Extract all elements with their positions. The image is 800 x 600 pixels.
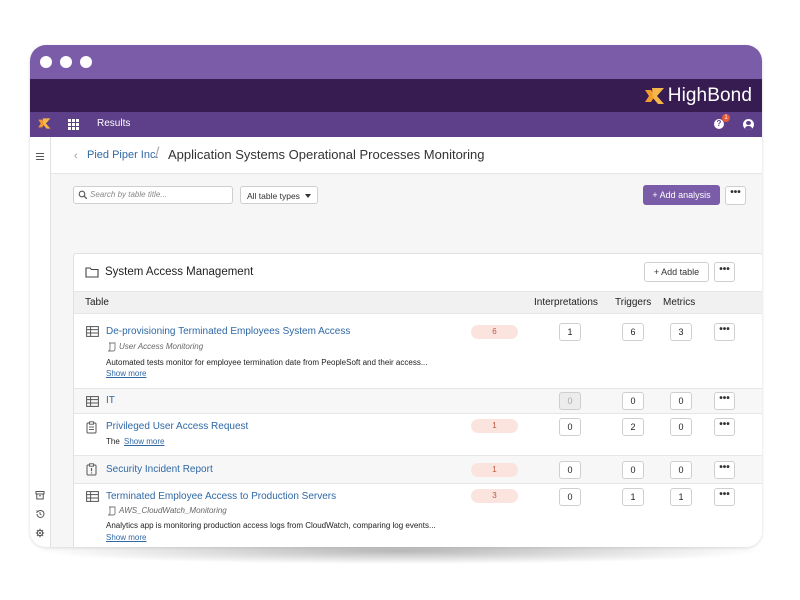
add-table-button[interactable]: + Add table: [644, 262, 709, 282]
metrics-count[interactable]: 3: [670, 323, 692, 341]
help-notification-badge: 1: [722, 114, 730, 122]
row-source-label: User Access Monitoring: [119, 342, 204, 351]
page-title: Application Systems Operational Processe…: [168, 147, 485, 162]
triggers-count[interactable]: 1: [622, 488, 644, 506]
table-icon: [86, 491, 99, 502]
row-more-button[interactable]: •••: [714, 323, 735, 341]
triggers-count[interactable]: 2: [622, 418, 644, 436]
table-row[interactable]: De-provisioning Terminated Employees Sys…: [74, 314, 762, 389]
row-more-button[interactable]: •••: [714, 461, 735, 479]
row-title-link[interactable]: De-provisioning Terminated Employees Sys…: [106, 326, 350, 337]
collection-card: System Access Management + Add table •••…: [73, 253, 762, 547]
breadcrumb-parent-link[interactable]: Pied Piper Inc.: [87, 149, 159, 161]
column-header-table: Table: [85, 297, 109, 308]
row-title-link[interactable]: IT: [106, 395, 115, 406]
row-title-link[interactable]: Privileged User Access Request: [106, 421, 248, 432]
main-content: ‹ Pied Piper Inc. / Application Systems …: [51, 137, 762, 547]
row-description: Automated tests monitor for employee ter…: [106, 358, 428, 367]
clipboard-icon: [86, 421, 97, 434]
top-nav: Results ? 1: [30, 112, 762, 137]
card-header: System Access Management + Add table •••: [74, 254, 762, 291]
table-row[interactable]: Security Incident Report 1 0 0 0 •••: [74, 456, 762, 484]
interpretations-count[interactable]: 0: [559, 461, 581, 479]
window-dot-3[interactable]: [80, 56, 92, 68]
row-status-badge: 3: [471, 489, 518, 503]
row-more-button[interactable]: •••: [714, 392, 735, 410]
window-titlebar: [30, 45, 762, 79]
row-source-label: AWS_CloudWatch_Monitoring: [119, 506, 227, 515]
user-avatar-icon[interactable]: [743, 119, 754, 130]
card-title: System Access Management: [105, 266, 254, 278]
home-logo-icon[interactable]: [37, 117, 51, 130]
table-row[interactable]: Terminated Employee Access to Production…: [74, 484, 762, 547]
settings-gear-icon[interactable]: [35, 528, 45, 538]
highbond-x-logo-icon: [644, 88, 664, 104]
interpretations-count[interactable]: 0: [559, 488, 581, 506]
triggers-count[interactable]: 0: [622, 461, 644, 479]
window-dot-1[interactable]: [40, 56, 52, 68]
add-analysis-button[interactable]: + Add analysis: [643, 185, 720, 205]
row-description-prefix: The: [106, 437, 120, 446]
script-icon: [107, 506, 116, 516]
metrics-count[interactable]: 0: [670, 461, 692, 479]
browser-window: HighBond Results ? 1 ‹ Pied Piper Inc. /…: [30, 45, 762, 547]
interpretations-count: 0: [559, 392, 581, 410]
breadcrumb-separator: /: [155, 145, 160, 162]
left-sidebar: [30, 137, 51, 547]
show-more-link[interactable]: Show more: [106, 533, 146, 542]
back-chevron-icon[interactable]: ‹: [74, 150, 78, 162]
column-header-triggers: Triggers: [615, 297, 652, 308]
table-row[interactable]: Privileged User Access Request 1 The Sho…: [74, 414, 762, 456]
row-more-button[interactable]: •••: [714, 418, 735, 436]
row-more-button[interactable]: •••: [714, 488, 735, 506]
breadcrumb: ‹ Pied Piper Inc. / Application Systems …: [51, 137, 762, 174]
table-icon: [86, 396, 99, 407]
table-icon: [86, 326, 99, 337]
row-description: Analytics app is monitoring production a…: [106, 521, 436, 530]
table-type-select[interactable]: All table types: [240, 186, 318, 204]
script-icon: [107, 342, 116, 352]
table-row[interactable]: IT 0 0 0 •••: [74, 389, 762, 414]
show-more-link[interactable]: Show more: [106, 369, 146, 378]
search-input[interactable]: Search by table title...: [73, 186, 233, 204]
interpretations-count[interactable]: 1: [559, 323, 581, 341]
highbond-logo: HighBond: [643, 84, 752, 108]
row-status-badge: 6: [471, 325, 518, 339]
triggers-count[interactable]: 0: [622, 392, 644, 410]
window-dot-2[interactable]: [60, 56, 72, 68]
show-more-link[interactable]: Show more: [124, 437, 164, 446]
interpretations-count[interactable]: 0: [559, 418, 581, 436]
metrics-count[interactable]: 0: [670, 392, 692, 410]
nav-results-link[interactable]: Results: [97, 118, 130, 129]
page-more-button[interactable]: •••: [725, 186, 746, 205]
archive-icon[interactable]: [35, 490, 45, 500]
clipboard-alert-icon: [86, 463, 97, 476]
brand-bar: HighBond: [30, 79, 762, 112]
row-status-badge: 1: [471, 419, 518, 433]
row-title-link[interactable]: Terminated Employee Access to Production…: [106, 491, 336, 502]
folder-icon: [85, 267, 99, 278]
search-placeholder: Search by table title...: [90, 190, 167, 199]
column-header-metrics: Metrics: [663, 297, 696, 308]
table-type-select-value: All table types: [247, 191, 300, 201]
row-status-badge: 1: [471, 463, 518, 477]
metrics-count[interactable]: 0: [670, 418, 692, 436]
triggers-count[interactable]: 6: [622, 323, 644, 341]
history-icon[interactable]: [35, 509, 45, 519]
table-column-header: Table Interpretations Triggers Metrics: [74, 291, 762, 314]
card-more-button[interactable]: •••: [714, 262, 735, 282]
caret-down-icon: [305, 194, 311, 198]
hamburger-menu-icon[interactable]: [36, 153, 44, 160]
column-header-interpretations: Interpretations: [534, 297, 598, 308]
metrics-count[interactable]: 1: [670, 488, 692, 506]
brand-name: HighBond: [667, 85, 752, 106]
app-launcher-icon[interactable]: [68, 119, 79, 130]
search-icon: [78, 190, 88, 200]
row-title-link[interactable]: Security Incident Report: [106, 464, 213, 475]
